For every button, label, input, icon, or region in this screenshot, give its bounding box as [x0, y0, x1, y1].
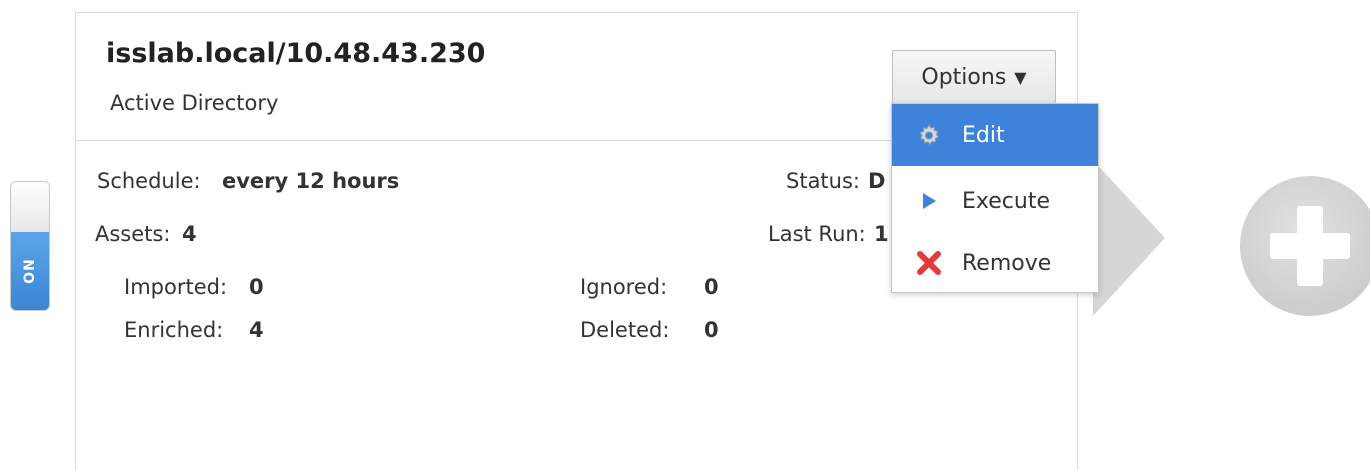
toggle-label: ON: [22, 258, 38, 284]
status-label: Status:: [786, 169, 860, 193]
close-icon: [914, 248, 944, 278]
assets-label: Assets:: [95, 222, 171, 246]
imported-label: Imported:: [124, 275, 228, 299]
options-button[interactable]: Options ▼: [892, 50, 1056, 104]
on-toggle[interactable]: ON: [10, 181, 50, 311]
menu-item-execute[interactable]: Execute: [892, 170, 1098, 232]
menu-item-remove-label: Remove: [962, 250, 1052, 276]
schedule-label: Schedule:: [97, 169, 201, 193]
ignored-value: 0: [704, 275, 719, 299]
menu-item-execute-label: Execute: [962, 188, 1050, 214]
menu-item-edit-label: Edit: [962, 122, 1005, 148]
arrow-right-icon: [1093, 160, 1165, 316]
imported-value: 0: [249, 275, 264, 299]
options-menu: Edit Execute Remove: [891, 103, 1099, 293]
assets-value: 4: [182, 222, 197, 246]
menu-item-edit[interactable]: Edit: [892, 104, 1098, 166]
toggle-on-area: ON: [11, 232, 49, 310]
enriched-value: 4: [249, 318, 264, 342]
card-subtitle: Active Directory: [110, 91, 279, 115]
enriched-label: Enriched:: [124, 318, 224, 342]
schedule-value: every 12 hours: [222, 169, 400, 193]
gear-icon: [914, 120, 944, 150]
deleted-value: 0: [704, 318, 719, 342]
options-label: Options: [921, 64, 1007, 90]
card-title: isslab.local/10.48.43.230: [106, 38, 486, 69]
page: ON isslab.local/10.48.43.230 Active Dire…: [0, 0, 1370, 470]
plus-icon-bar: [1270, 233, 1350, 259]
caret-down-icon: ▼: [1014, 67, 1027, 87]
menu-item-remove[interactable]: Remove: [892, 232, 1098, 294]
toggle-knob[interactable]: [11, 182, 49, 234]
add-source-button[interactable]: [1240, 176, 1370, 316]
ignored-label: Ignored:: [580, 275, 668, 299]
play-icon: [914, 186, 944, 216]
last-run-label: Last Run:: [768, 222, 866, 246]
deleted-label: Deleted:: [580, 318, 670, 342]
last-run-value: 1: [874, 222, 889, 246]
status-value: D: [868, 169, 886, 193]
